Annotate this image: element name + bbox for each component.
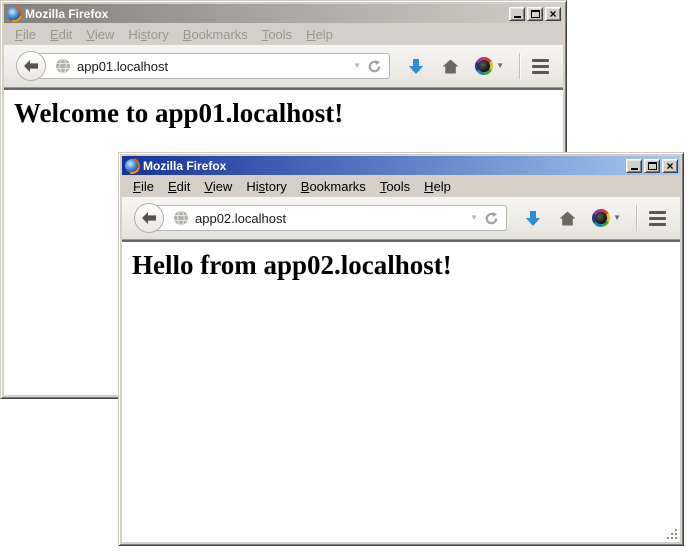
site-identity-globe-icon — [173, 210, 189, 226]
menu-bar: File Edit View History Bookmarks Tools H… — [122, 175, 680, 197]
window-title: Mozilla Firefox — [25, 7, 505, 21]
hamburger-icon — [532, 59, 549, 62]
menu-item-bookmarks[interactable]: Bookmarks — [176, 25, 255, 44]
menu-item-file[interactable]: File — [8, 25, 43, 44]
navigation-toolbar: app01.localhost ▼ ▼ — [4, 45, 563, 88]
minimize-button[interactable] — [626, 159, 642, 173]
url-bar[interactable]: app01.localhost ▼ — [30, 53, 390, 79]
back-button[interactable] — [134, 203, 164, 233]
maximize-icon — [531, 10, 540, 18]
close-icon: × — [666, 161, 673, 171]
maximize-button[interactable] — [527, 7, 543, 21]
home-icon — [442, 59, 459, 74]
app-menu-button[interactable] — [649, 211, 666, 226]
home-button[interactable] — [442, 59, 459, 74]
download-icon — [525, 210, 541, 227]
extension-dropdown-icon: ▼ — [613, 214, 621, 222]
navigation-toolbar: app02.localhost ▼ ▼ — [122, 197, 680, 240]
page-content: Hello from app02.localhost! — [122, 240, 680, 542]
urlbar-dropdown-icon[interactable]: ▼ — [353, 62, 361, 70]
minimize-icon — [514, 16, 521, 18]
titlebar[interactable]: Mozilla Firefox × — [4, 4, 563, 23]
app-menu-button[interactable] — [532, 59, 549, 74]
browser-window-app02[interactable]: Mozilla Firefox × File Edit View History… — [118, 152, 684, 546]
download-button[interactable] — [408, 58, 424, 75]
minimize-button[interactable] — [509, 7, 525, 21]
menu-item-edit[interactable]: Edit — [161, 177, 197, 196]
menu-item-help[interactable]: Help — [299, 25, 340, 44]
back-arrow-icon — [141, 211, 157, 225]
back-arrow-icon — [23, 59, 39, 73]
page-heading: Hello from app02.localhost! — [132, 250, 680, 281]
extension-dropdown-icon: ▼ — [496, 62, 504, 70]
urlbar-dropdown-icon[interactable]: ▼ — [470, 214, 478, 222]
firefox-logo-icon — [7, 7, 21, 21]
url-bar[interactable]: app02.localhost ▼ — [148, 205, 507, 231]
titlebar[interactable]: Mozilla Firefox × — [122, 156, 680, 175]
close-icon: × — [549, 9, 556, 19]
site-identity-globe-icon — [55, 58, 71, 74]
minimize-icon — [631, 168, 638, 170]
menu-bar: File Edit View History Bookmarks Tools H… — [4, 23, 563, 45]
download-button[interactable] — [525, 210, 541, 227]
home-button[interactable] — [559, 211, 576, 226]
toolbar-separator — [519, 53, 520, 79]
menu-item-tools[interactable]: Tools — [373, 177, 417, 196]
menu-item-edit[interactable]: Edit — [43, 25, 79, 44]
menu-item-history[interactable]: History — [239, 177, 293, 196]
download-icon — [408, 58, 424, 75]
menu-item-help[interactable]: Help — [417, 177, 458, 196]
url-text[interactable]: app01.localhost — [77, 59, 347, 74]
menu-item-file[interactable]: File — [126, 177, 161, 196]
menu-item-view[interactable]: View — [79, 25, 121, 44]
page-heading: Welcome to app01.localhost! — [14, 98, 563, 129]
menu-item-bookmarks[interactable]: Bookmarks — [294, 177, 373, 196]
extension-color-wheel-icon — [475, 57, 493, 75]
hamburger-icon — [649, 211, 666, 214]
extension-color-wheel-icon — [592, 209, 610, 227]
maximize-icon — [648, 162, 657, 170]
maximize-button[interactable] — [644, 159, 660, 173]
window-title: Mozilla Firefox — [143, 159, 622, 173]
url-text[interactable]: app02.localhost — [195, 211, 464, 226]
close-button[interactable]: × — [545, 7, 561, 21]
close-button[interactable]: × — [662, 159, 678, 173]
toolbar-separator — [636, 205, 637, 231]
extension-button[interactable]: ▼ — [592, 209, 621, 227]
reload-icon[interactable] — [484, 211, 499, 226]
menu-item-view[interactable]: View — [197, 177, 239, 196]
extension-button[interactable]: ▼ — [475, 57, 504, 75]
resize-grip[interactable] — [664, 526, 679, 541]
reload-icon[interactable] — [367, 59, 382, 74]
home-icon — [559, 211, 576, 226]
back-button[interactable] — [16, 51, 46, 81]
firefox-logo-icon — [125, 159, 139, 173]
menu-item-tools[interactable]: Tools — [255, 25, 299, 44]
menu-item-history[interactable]: History — [121, 25, 175, 44]
